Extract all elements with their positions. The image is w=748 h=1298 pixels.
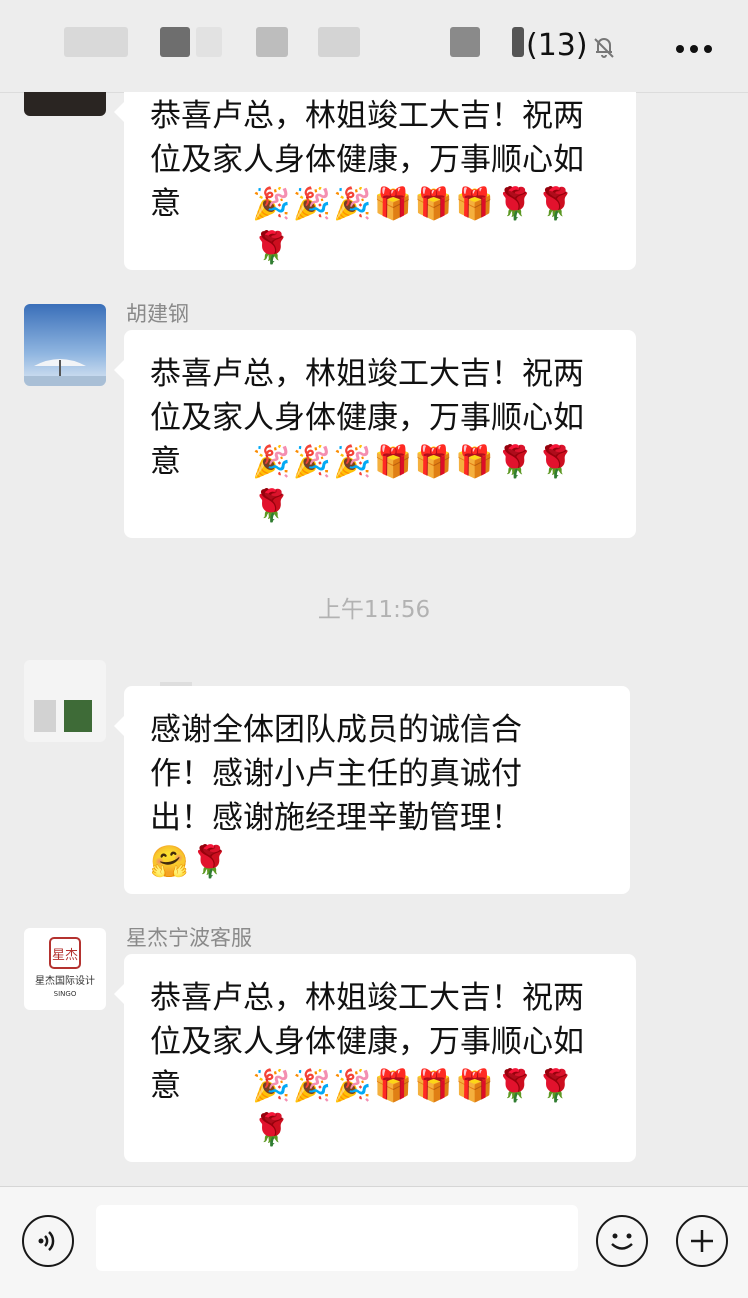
emoji-smile-icon [611,1233,633,1250]
message-bubble[interactable]: 恭喜卢总，林姐竣工大吉！祝两位及家人身体健康，万事顺心如意 🎉🎉🎉🎁🎁🎁🌹🌹🌹 [114,330,636,538]
voice-button[interactable] [22,1215,74,1267]
message-emoji: 🎉🎉🎉🎁🎁🎁🌹🌹🌹 [252,186,577,266]
plus-icon [691,1230,713,1252]
message-timestamp: 上午11:56 [317,597,431,623]
message-bubble[interactable]: 恭喜卢总，林姐竣工大吉！祝两位及家人身体健康，万事顺心如意 🎉🎉🎉🎁🎁🎁🌹🌹🌹 [114,92,636,270]
svg-text:星杰国际设计: 星杰国际设计 [35,974,95,987]
singo-logo-icon: 星杰 星杰国际设计 SINGO [35,937,95,998]
chat-member-count: (13) [526,28,588,63]
avatar[interactable] [24,660,106,742]
blurred-title-segment [450,27,480,57]
input-bar [0,1186,748,1298]
avatar-block [34,700,56,732]
message-emoji: 🤗🌹 [150,844,232,880]
voice-icon [38,1231,55,1251]
chat-header: (13) [0,0,748,93]
message-emoji: 🎉🎉🎉🎁🎁🎁🌹🌹🌹 [252,1068,577,1148]
blurred-title-segment [256,27,288,57]
message-text: 感谢全体团队成员的诚信合作！感谢小卢主任的真诚付出！感谢施经理辛勤管理！ [150,712,522,836]
blurred-title-segment [196,27,222,57]
message-emoji: 🎉🎉🎉🎁🎁🎁🌹🌹🌹 [252,444,577,524]
avatar-block [64,700,92,732]
blurred-title-segment [318,27,360,57]
avatar[interactable] [24,304,106,386]
add-button[interactable] [676,1215,728,1267]
avatar[interactable]: 星杰 星杰国际设计 SINGO [24,928,106,1010]
emoji-button[interactable] [596,1215,648,1267]
beach-umbrella-icon [24,304,106,386]
more-dots-icon[interactable] [676,38,718,57]
blurred-title-segment [160,27,190,57]
message-bubble[interactable]: 恭喜卢总，林姐竣工大吉！祝两位及家人身体健康，万事顺心如意 🎉🎉🎉🎁🎁🎁🌹🌹🌹 [114,954,636,1162]
blurred-title-segment [512,27,524,57]
svg-text:星杰: 星杰 [52,948,78,963]
bell-slash-icon [594,38,614,58]
message-input[interactable] [96,1205,578,1271]
blurred-title-segment [64,27,128,57]
sender-name: 胡建钢 [126,302,189,326]
message-bubble[interactable]: 感谢全体团队成员的诚信合作！感谢小卢主任的真诚付出！感谢施经理辛勤管理！ 🤗🌹 [114,686,630,894]
avatar[interactable] [24,92,106,116]
sender-name: 星杰宁波客服 [126,926,252,950]
chat-message-list[interactable]: 恭喜卢总，林姐竣工大吉！祝两位及家人身体健康，万事顺心如意 🎉🎉🎉🎁🎁🎁🌹🌹🌹 … [0,92,748,1186]
svg-text:SINGO: SINGO [54,990,77,998]
